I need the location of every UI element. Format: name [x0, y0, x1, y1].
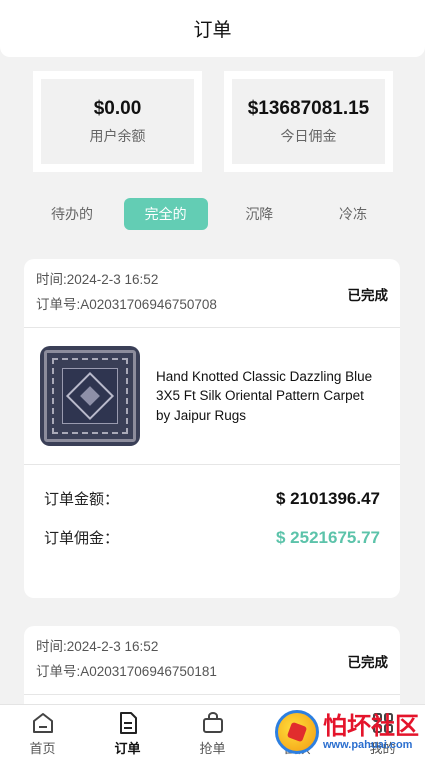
order-product[interactable]: Hand Knotted Classic Dazzling Blue 3X5 F…	[24, 328, 400, 465]
order-amount-label: 订单金额：	[44, 491, 120, 508]
order-commission-value: $ 2521675.77	[276, 527, 380, 547]
page-title: 订单	[193, 20, 232, 41]
bag-icon	[200, 710, 226, 736]
watermark-title: 怕坏社区	[323, 711, 419, 740]
home-icon	[30, 710, 56, 736]
order-time: 时间:2024-2-3 16:52	[36, 272, 159, 287]
balance-value: $0.00	[93, 97, 142, 119]
product-name: Hand Knotted Classic Dazzling Blue 3X5 F…	[156, 368, 373, 423]
tab-frozen[interactable]: 冷冻	[311, 198, 395, 230]
tab-completed[interactable]: 完全的	[123, 198, 208, 230]
balance-card: $0.00 用户余额	[33, 71, 202, 172]
today-commission-label: 今日佣金	[280, 127, 337, 144]
product-image	[40, 346, 140, 446]
nav-grab[interactable]: 抢单	[183, 710, 243, 757]
order-commission-label: 订单佣金：	[44, 530, 120, 547]
order-card-header: 时间:2024-2-3 16:52 订单号:A02031706946750181…	[24, 626, 400, 695]
order-card-header: 时间:2024-2-3 16:52 订单号:A02031706946750708…	[24, 259, 400, 328]
nav-home[interactable]: 首页	[13, 710, 73, 757]
tab-pending[interactable]: 待办的	[30, 198, 114, 230]
watermark-url: www.pahuai.com	[323, 739, 413, 751]
watermark-logo-icon	[275, 710, 319, 754]
commission-card: $13687081.15 今日佣金	[224, 71, 393, 172]
order-amount-value: $ 2101396.47	[276, 488, 380, 508]
order-time: 时间:2024-2-3 16:52	[36, 639, 159, 654]
order-icon	[115, 710, 141, 736]
tab-settled[interactable]: 沉降	[217, 198, 301, 230]
order-status: 已完成	[347, 654, 389, 670]
watermark: 怕坏社区 www.pahuai.com	[275, 710, 419, 754]
stats-row: $0.00 用户余额 $13687081.15 今日佣金	[33, 71, 393, 172]
order-number: 订单号:A02031706946750181	[36, 664, 217, 679]
order-status-tabs: 待办的 完全的 沉降 冷冻	[30, 197, 395, 231]
order-number: 订单号:A02031706946750708	[36, 297, 217, 312]
nav-orders[interactable]: 订单	[98, 710, 158, 757]
header-bar: 订单	[0, 0, 425, 57]
today-commission-value: $13687081.15	[247, 97, 370, 119]
order-card[interactable]: 时间:2024-2-3 16:52 订单号:A02031706946750708…	[24, 259, 400, 598]
order-status: 已完成	[347, 287, 389, 303]
balance-label: 用户余额	[89, 127, 146, 144]
order-amounts: 订单金额： $ 2101396.47 订单佣金： $ 2521675.77	[24, 465, 400, 571]
